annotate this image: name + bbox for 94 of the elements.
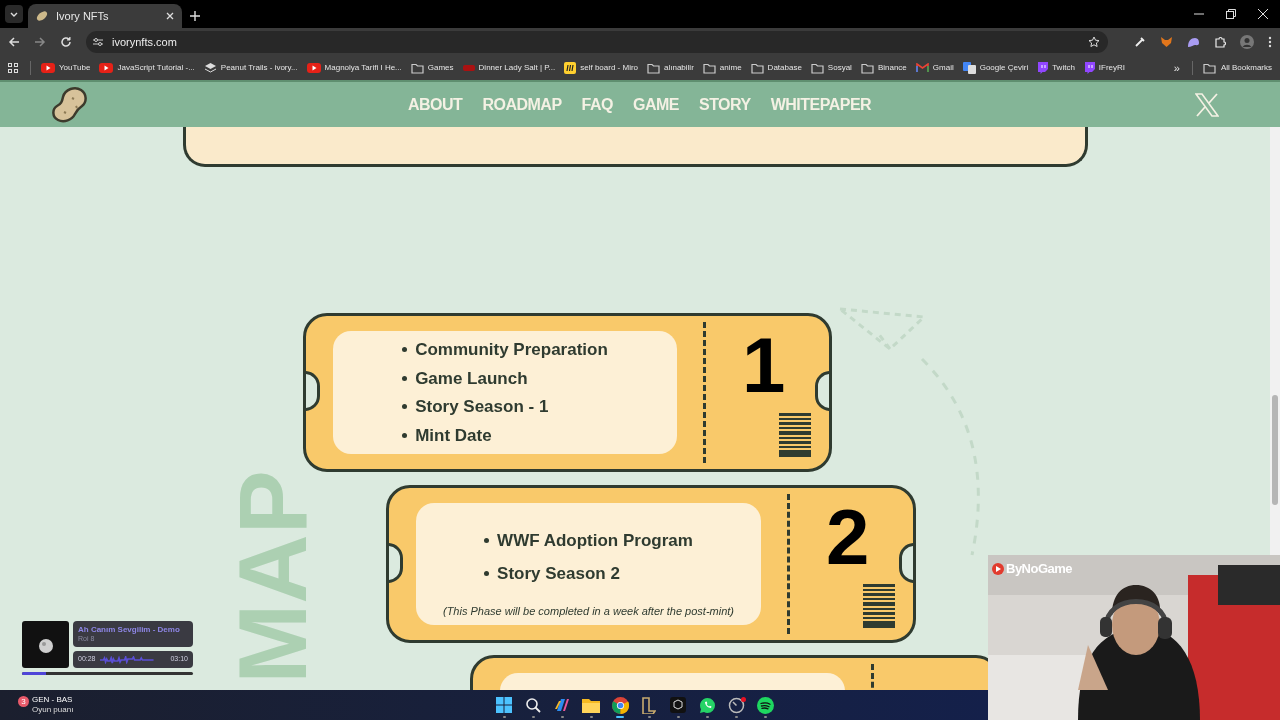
close-icon[interactable] [166, 12, 174, 20]
bookmark[interactable]: self board - Miro [564, 62, 638, 74]
mail-icon [915, 63, 929, 73]
barcode-icon [863, 584, 895, 628]
track-title: Ah Canım Sevgilim - Demo [78, 624, 181, 635]
copilot-icon[interactable] [554, 697, 571, 713]
play-icon [306, 63, 321, 73]
windows-icon[interactable] [496, 697, 513, 713]
sound-waves-icon[interactable] [756, 696, 774, 714]
bookmark[interactable]: IFreyRI [1083, 62, 1126, 74]
bookmark[interactable]: Google Çeviri [962, 62, 1029, 74]
bullet-icon [402, 432, 408, 438]
logo-icon [462, 65, 475, 71]
folder-icon [410, 62, 424, 74]
chat-icon [1037, 62, 1049, 74]
profile-icon[interactable] [1240, 35, 1254, 49]
tab-list-button[interactable] [5, 5, 23, 23]
folder-icon [860, 62, 874, 74]
peanut-logo-icon[interactable] [50, 85, 90, 124]
brand-text: ByNoGame [1006, 560, 1073, 578]
puzzle-icon[interactable] [1214, 36, 1226, 48]
back-icon[interactable] [8, 36, 20, 48]
phone-chat-icon[interactable] [698, 696, 716, 714]
chevron-down-icon [10, 11, 18, 17]
bookmark[interactable]: JavaScript Tutorial -... [99, 62, 195, 74]
bullet-icon [402, 375, 408, 381]
bullet-icon [484, 538, 490, 544]
bullet-icon [402, 404, 408, 410]
stack-icon [203, 62, 217, 74]
peanut-icon [36, 10, 48, 22]
bookmark[interactable]: Gmail [915, 62, 954, 74]
folder-icon [702, 62, 716, 74]
ghost-icon[interactable] [1187, 36, 1200, 48]
board-icon [564, 62, 577, 74]
bookmark[interactable]: Twitch [1037, 62, 1075, 74]
bullet-icon [402, 347, 408, 353]
folder-icon[interactable] [582, 697, 601, 713]
tab-title: Ivory NFTs [56, 8, 110, 24]
reload-icon[interactable] [60, 36, 72, 48]
ticket-number: 1 [742, 326, 786, 404]
cube-icon[interactable] [670, 697, 687, 713]
bookmark[interactable]: Magnolya Tarifi I He... [306, 62, 402, 74]
eyedropper-icon[interactable] [1134, 36, 1146, 48]
bookmark[interactable]: YouTube [41, 62, 91, 74]
bookmark[interactable]: Dinner Lady Salt | P... [462, 62, 556, 74]
play-icon [99, 63, 114, 73]
fox-icon[interactable] [1160, 36, 1173, 48]
bookmark[interactable]: anime [702, 62, 742, 74]
all-bookmarks[interactable]: All Bookmarks [1202, 62, 1272, 74]
roadmap-item: Mint Date [415, 424, 492, 447]
logo-icon [992, 562, 1004, 575]
new-tab-icon[interactable] [190, 11, 200, 21]
bookmark[interactable]: Peanut Trails - ivory... [203, 62, 298, 74]
close-icon[interactable] [1258, 9, 1268, 19]
scrollbar-thumb[interactable] [1272, 395, 1278, 505]
chrome-icon[interactable] [611, 696, 629, 714]
notification-subtitle: Oyun puanı [32, 705, 74, 715]
bullet-icon [484, 570, 490, 576]
notification-title: GEN - BAS [32, 695, 74, 705]
roadmap-item: Community Preparation [415, 339, 608, 361]
folder-icon [647, 62, 660, 74]
roadmap-item: WWF Adoption Program [497, 530, 693, 552]
address-bar[interactable]: ivorynfts.com [86, 31, 1108, 53]
play-icon [41, 63, 55, 73]
bookmark[interactable]: Sosyal [810, 62, 852, 74]
phase-note: (This Phase will be completed in a week after the post-mint) [443, 603, 734, 619]
bookmark[interactable]: Binance [860, 62, 907, 74]
notification-badge: 3 [18, 696, 29, 707]
folder-icon [750, 62, 764, 74]
url-text: ivorynfts.com [112, 34, 178, 50]
barcode-icon [779, 413, 811, 457]
folder-icon [810, 62, 824, 74]
gauge-icon[interactable] [727, 696, 745, 714]
roadmap-item: Game Launch [415, 367, 528, 390]
bookmark[interactable]: Games [410, 62, 454, 74]
menu-icon[interactable] [1268, 36, 1272, 48]
shield-icon[interactable] [642, 696, 657, 714]
browser-tab[interactable]: Ivory NFTs [28, 4, 182, 28]
album-cover [22, 621, 69, 668]
star-icon[interactable] [1088, 36, 1100, 48]
folder-icon [1202, 62, 1216, 74]
search-icon[interactable] [525, 697, 542, 713]
bookmark[interactable]: Database [750, 62, 802, 74]
roadmap-item: Story Season - 1 [415, 396, 549, 418]
more-bookmarks-button[interactable]: » [1173, 59, 1180, 77]
restore-icon[interactable] [1226, 9, 1236, 19]
translate-icon [962, 62, 976, 74]
forward-icon[interactable] [34, 36, 46, 48]
bookmark[interactable]: alınabilir [647, 62, 694, 74]
site-settings-icon[interactable] [92, 37, 104, 47]
chat-icon [1083, 62, 1095, 74]
roadmap-item: Story Season 2 [497, 562, 620, 585]
apps-grid-icon[interactable] [8, 63, 18, 73]
ticket-number: 2 [826, 498, 870, 576]
